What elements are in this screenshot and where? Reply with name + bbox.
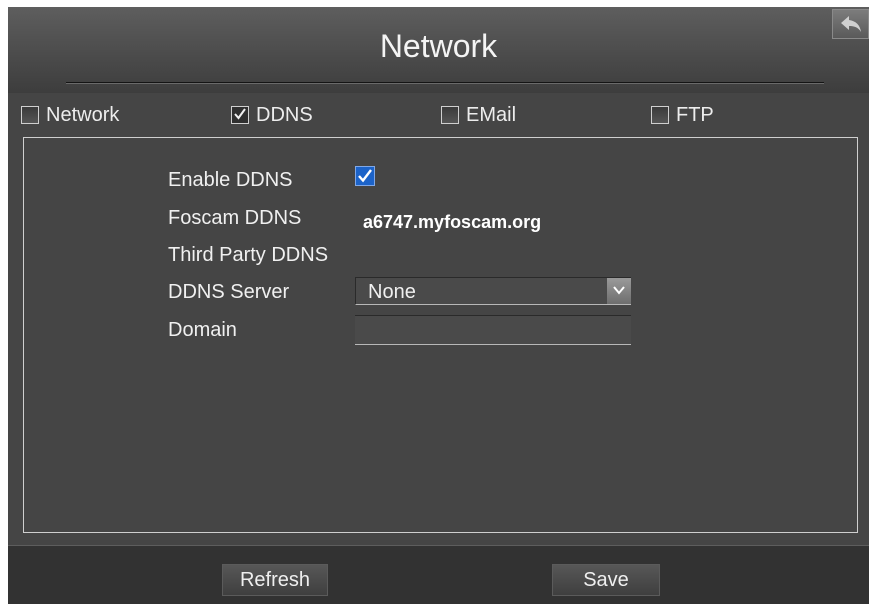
tab-ftp-checkbox[interactable] xyxy=(651,106,669,124)
tab-network[interactable]: Network xyxy=(21,103,119,127)
enable-ddns-label: Enable DDNS xyxy=(168,169,293,191)
title-divider xyxy=(66,82,824,83)
back-arrow-icon xyxy=(841,16,861,32)
tab-ddns-checkbox[interactable] xyxy=(231,106,249,124)
foscam-ddns-value: a6747.myfoscam.org xyxy=(363,212,542,232)
tab-network-checkbox[interactable] xyxy=(21,106,39,124)
save-button[interactable]: Save xyxy=(552,564,660,596)
tab-ftp[interactable]: FTP xyxy=(651,103,714,127)
tab-email-label: EMail xyxy=(466,103,517,126)
checkmark-icon xyxy=(358,169,372,183)
domain-input[interactable] xyxy=(355,315,631,345)
tab-ddns-label: DDNS xyxy=(256,103,313,126)
back-button[interactable] xyxy=(832,9,869,39)
domain-label: Domain xyxy=(168,319,237,341)
foscam-ddns-label: Foscam DDNS xyxy=(168,207,302,229)
refresh-button[interactable]: Refresh xyxy=(222,564,328,596)
chevron-down-icon xyxy=(613,286,625,295)
footer-bar xyxy=(8,546,869,604)
third-party-ddns-label: Third Party DDNS xyxy=(168,244,329,266)
enable-ddns-checkbox[interactable] xyxy=(355,166,375,186)
ddns-server-value: None xyxy=(368,281,416,303)
header-bar: Network xyxy=(8,7,869,93)
checkmark-icon xyxy=(234,108,246,120)
network-settings-window: Network Network DDNS EMail FTP Enable DD… xyxy=(8,7,869,604)
tab-email-checkbox[interactable] xyxy=(441,106,459,124)
tab-ddns[interactable]: DDNS xyxy=(231,103,313,127)
tab-ftp-label: FTP xyxy=(676,103,714,126)
ddns-server-label: DDNS Server xyxy=(168,281,290,303)
dropdown-button[interactable] xyxy=(607,278,631,304)
tab-email[interactable]: EMail xyxy=(441,103,516,127)
tab-network-label: Network xyxy=(46,103,120,126)
page-title: Network xyxy=(379,28,498,64)
ddns-server-select[interactable]: None xyxy=(355,277,631,305)
